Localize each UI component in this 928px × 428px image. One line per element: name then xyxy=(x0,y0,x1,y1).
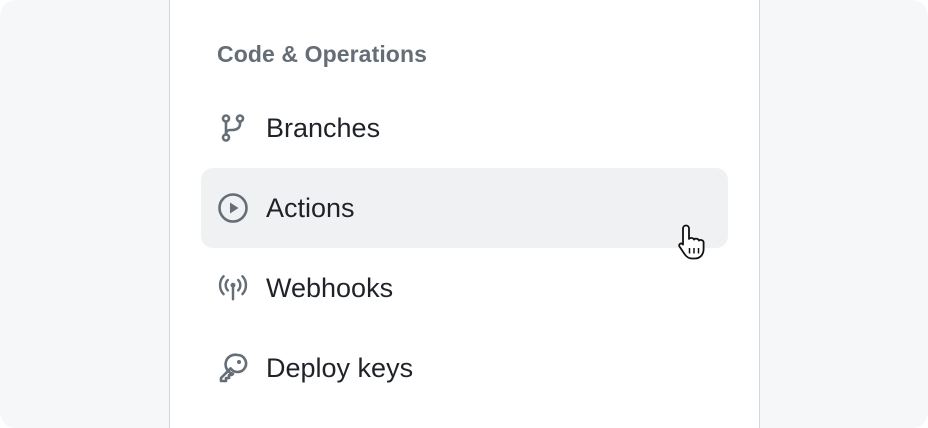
sidebar-item-label: Deploy keys xyxy=(266,352,414,383)
settings-sidebar: Code & Operations Branches Actions Webho… xyxy=(169,0,760,428)
git-branch-icon xyxy=(217,112,249,144)
sidebar-item-label: Actions xyxy=(266,192,355,223)
sidebar-item-label: Branches xyxy=(266,112,381,143)
play-circle-icon xyxy=(217,192,249,224)
section-heading: Code & Operations xyxy=(217,41,428,67)
sidebar-item-deploy-keys[interactable]: Deploy keys xyxy=(201,328,728,408)
window-frame: Code & Operations Branches Actions Webho… xyxy=(0,0,928,428)
key-icon xyxy=(217,352,249,384)
sidebar-item-branches[interactable]: Branches xyxy=(201,88,728,168)
hand-pointer-cursor-icon xyxy=(674,222,714,262)
sidebar-item-actions[interactable]: Actions xyxy=(201,168,728,248)
sidebar-item-label: Webhooks xyxy=(266,272,394,303)
broadcast-icon xyxy=(217,272,249,304)
sidebar-item-webhooks[interactable]: Webhooks xyxy=(201,248,728,328)
